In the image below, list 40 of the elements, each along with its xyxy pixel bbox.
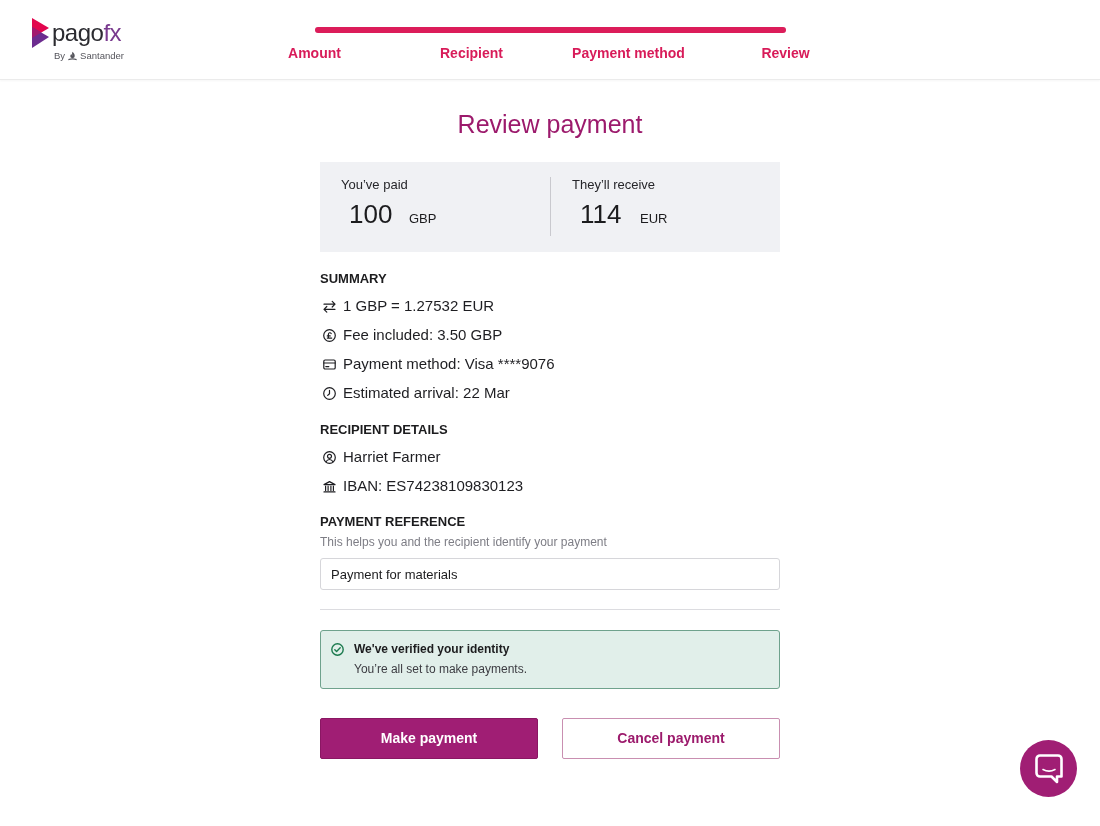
chat-bubble-icon [1034, 753, 1063, 784]
currency-code: EUR [640, 210, 668, 228]
partner-name: Santander [80, 50, 124, 62]
user-circle-icon [323, 450, 336, 464]
reference-input[interactable]: Payment for materials [320, 558, 780, 590]
swap-arrows-icon [323, 299, 336, 313]
check-circle-icon [331, 643, 344, 656]
notice-title: We've verified your identity [354, 641, 511, 657]
detail-text: Payment method: Visa ****9076 [343, 354, 555, 374]
step-link[interactable]: Payment method [572, 45, 685, 61]
step-link[interactable]: Amount [288, 45, 341, 61]
section-heading: RECIPIENT DETAILS [320, 422, 449, 438]
byline-text: By [54, 50, 66, 62]
cancel-payment-button[interactable]: Cancel payment [562, 718, 780, 759]
detail-text: IBAN: ES74238109830123 [343, 476, 524, 496]
flame-icon [68, 51, 78, 61]
amount-value: 114 [580, 199, 623, 229]
step-link[interactable]: Recipient [440, 45, 503, 61]
bank-icon [323, 479, 336, 493]
detail-text: Fee included: 3.50 GBP [343, 325, 503, 345]
currency-code: GBP [409, 210, 437, 228]
make-payment-button[interactable]: Make payment [320, 718, 538, 759]
amount-label: You’ve paid [341, 177, 409, 193]
detail-text: Estimated arrival: 22 Mar [343, 383, 510, 403]
card-icon [323, 357, 336, 371]
logo-icon [32, 18, 49, 48]
page-title: Review payment [456, 109, 644, 139]
notice-text: You’re all set to make payments. [354, 661, 527, 677]
clock-icon [323, 386, 336, 400]
detail-text: 1 GBP = 1.27532 EUR [343, 296, 495, 316]
section-heading: SUMMARY [320, 271, 388, 287]
section-heading: PAYMENT REFERENCE [320, 514, 467, 530]
step-link[interactable]: Review [761, 45, 810, 61]
brand-name: pagofx [52, 21, 122, 45]
amount-value: 100 [349, 199, 394, 229]
chat-button[interactable] [1020, 740, 1077, 797]
detail-text: Harriet Farmer [343, 447, 441, 467]
hint-text: This helps you and the recipient identify your payment [320, 535, 608, 550]
pound-coin-icon [323, 328, 336, 342]
amount-label: They’ll receive [572, 177, 657, 193]
